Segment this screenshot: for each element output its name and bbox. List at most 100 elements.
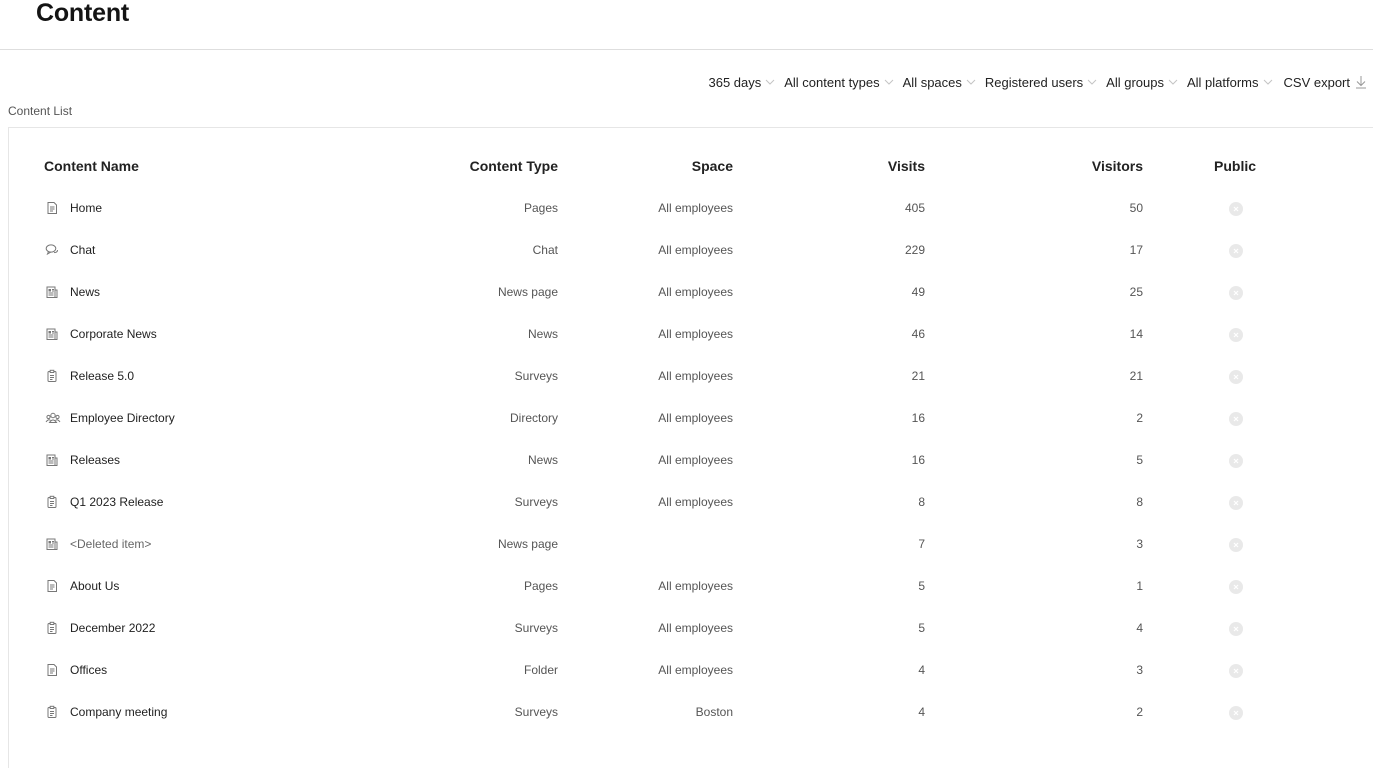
visitors-cell: 14 [1129,327,1143,341]
csv-export-button[interactable]: CSV export [1284,75,1367,90]
space-cell: All employees [658,411,733,425]
visits-cell: 4 [918,663,925,677]
public-status-icon [1229,622,1243,636]
space-cell: All employees [658,495,733,509]
table-row[interactable]: Employee Directory Directory All employees… [9,398,1369,440]
chevron-down-icon [966,77,976,87]
content-type-cell: News page [497,537,558,551]
content-name-cell[interactable]: <Deleted item> [70,537,151,551]
table-row[interactable]: News News page All employees 49 25 [9,272,1369,314]
table-row[interactable]: Corporate News News All employees 46 14 [9,314,1369,356]
visits-cell: 4 [918,705,925,719]
visitors-cell: 8 [1136,495,1143,509]
visits-cell: 5 [918,621,925,635]
visits-cell: 229 [904,243,925,257]
visitors-cell: 3 [1136,537,1143,551]
content-type-cell: Surveys [514,369,558,383]
page-icon [45,579,59,593]
public-status-icon [1229,286,1243,300]
table-row[interactable]: Company meeting Surveys Boston 4 2 [9,692,1369,734]
content-type-cell: Folder [523,663,558,677]
page-icon [45,663,59,677]
visitors-cell: 5 [1136,453,1143,467]
content-name-cell[interactable]: Chat [70,243,95,257]
filter-users[interactable]: Registered users [985,75,1097,90]
column-header-content-name[interactable]: Content Name [44,158,139,174]
filter-users-label: Registered users [984,74,1084,90]
column-header-content-type[interactable]: Content Type [470,158,558,174]
news-icon [45,285,59,299]
visitors-cell: 1 [1136,579,1143,593]
chevron-down-icon [1087,77,1097,87]
visits-cell: 16 [911,411,925,425]
table-row[interactable]: Q1 2023 Release Surveys All employees 8 8 [9,482,1369,524]
filter-content-types[interactable]: All content types [784,75,893,90]
public-status-icon [1229,664,1243,678]
table-row[interactable]: Chat Chat All employees 229 17 [9,230,1369,272]
content-name-cell[interactable]: Q1 2023 Release [70,495,163,509]
visitors-cell: 2 [1136,705,1143,719]
visitors-cell: 3 [1136,663,1143,677]
column-header-visits[interactable]: Visits [888,158,925,174]
table-row[interactable]: Home Pages All employees 405 50 [9,188,1369,230]
visitors-cell: 50 [1129,201,1143,215]
space-cell: All employees [658,453,733,467]
visitors-cell: 21 [1129,369,1143,383]
content-name-cell[interactable]: Employee Directory [70,411,175,425]
table-row[interactable]: December 2022 Surveys All employees 5 4 [9,608,1369,650]
content-type-cell: Surveys [514,621,558,635]
table-row[interactable]: Release 5.0 Surveys All employees 21 21 [9,356,1369,398]
content-name-cell[interactable]: Releases [70,453,120,467]
space-cell: All employees [658,579,733,593]
table-row[interactable]: About Us Pages All employees 5 1 [9,566,1369,608]
chevron-down-icon [1263,77,1273,87]
visitors-cell: 17 [1129,243,1143,257]
content-type-cell: Pages [523,579,558,593]
table-row[interactable]: Offices Folder All employees 4 3 [9,650,1369,692]
filter-platforms-label: All platforms [1186,74,1259,90]
filter-groups[interactable]: All groups [1106,75,1178,90]
table-row[interactable]: Releases News All employees 16 5 [9,440,1369,482]
content-name-cell[interactable]: Corporate News [70,327,157,341]
public-status-icon [1229,706,1243,720]
public-status-icon [1229,580,1243,594]
content-name-cell[interactable]: Home [70,201,102,215]
column-header-space[interactable]: Space [692,158,733,174]
filter-spaces[interactable]: All spaces [903,75,976,90]
survey-icon [45,621,59,635]
csv-export-label: CSV export [1283,74,1350,90]
page-icon [45,201,59,215]
content-name-cell[interactable]: Company meeting [70,705,167,719]
space-cell: All employees [658,243,733,257]
visits-cell: 49 [911,285,925,299]
content-name-cell[interactable]: December 2022 [70,621,155,635]
public-status-icon [1229,538,1243,552]
content-name-cell[interactable]: About Us [70,579,119,593]
visitors-cell: 2 [1136,411,1143,425]
space-cell: All employees [658,327,733,341]
table-row[interactable]: <Deleted item> News page 7 3 [9,524,1369,566]
survey-icon [45,369,59,383]
public-status-icon [1229,412,1243,426]
directory-icon [45,411,61,425]
column-header-public[interactable]: Public [1214,158,1256,174]
visits-cell: 21 [911,369,925,383]
space-cell: All employees [658,369,733,383]
visits-cell: 46 [911,327,925,341]
column-header-visitors[interactable]: Visitors [1092,158,1143,174]
chevron-down-icon [1168,77,1178,87]
visitors-cell: 25 [1129,285,1143,299]
filter-platforms[interactable]: All platforms [1187,75,1273,90]
content-name-cell[interactable]: Offices [70,663,107,677]
content-type-cell: Directory [509,411,558,425]
public-status-icon [1229,202,1243,216]
content-name-cell[interactable]: News [70,285,100,299]
content-name-cell[interactable]: Release 5.0 [70,369,134,383]
public-status-icon [1229,244,1243,258]
download-icon [1355,75,1367,89]
filter-date-range[interactable]: 365 days [708,75,775,90]
filter-date-range-label: 365 days [708,74,762,90]
space-cell: All employees [658,621,733,635]
page-header: Content [0,0,1373,50]
visits-cell: 5 [918,579,925,593]
